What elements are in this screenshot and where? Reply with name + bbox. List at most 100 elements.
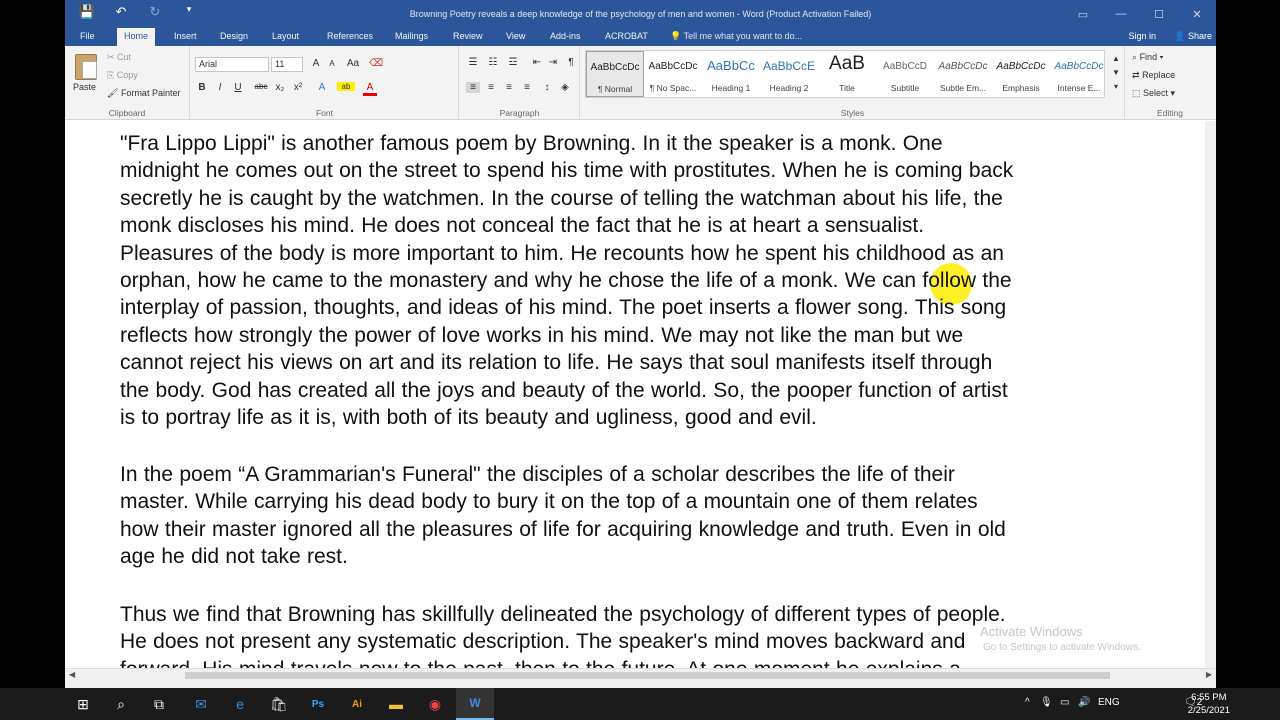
font-name-combo[interactable]: Arial [195, 57, 269, 72]
style-emphasis[interactable]: AaBbCcDc Emphasis [992, 51, 1050, 97]
tell-me-box[interactable]: 💡 Tell me what you want to do... [670, 31, 802, 42]
tab-references[interactable]: References [320, 28, 380, 46]
font-group-label: Font [315, 108, 333, 118]
window-controls: ▭ — ☐ ✕ [1064, 0, 1216, 28]
tab-design[interactable]: Design [213, 28, 255, 46]
tab-acrobat[interactable]: ACROBAT [598, 28, 655, 46]
style-heading-1[interactable]: AaBbCc Heading 1 [702, 51, 760, 97]
illustrator-icon[interactable]: Ai [338, 688, 376, 720]
tab-mailings[interactable]: Mailings [388, 28, 435, 46]
style-title[interactable]: AaB Title [818, 51, 876, 97]
increase-indent-icon[interactable]: ⇥ [546, 57, 560, 68]
language-indicator[interactable]: ENG [1098, 697, 1120, 708]
bold-button[interactable]: B [195, 82, 209, 93]
line-spacing-icon[interactable]: ↕ [540, 82, 554, 93]
tab-add-ins[interactable]: Add-ins [543, 28, 588, 46]
tab-layout[interactable]: Layout [265, 28, 306, 46]
horizontal-scrollbar[interactable]: ◀ ▶ [65, 668, 1216, 682]
show-marks-icon[interactable]: ¶ [564, 57, 578, 68]
bullets-icon[interactable]: ☰ [466, 57, 480, 68]
font-color-button[interactable]: A [363, 82, 377, 96]
volume-icon[interactable]: 🔊 [1078, 697, 1090, 708]
cut-button[interactable]: ✂ Cut [107, 52, 131, 63]
replace-icon: ⇄ [1132, 70, 1140, 80]
tab-view[interactable]: View [499, 28, 532, 46]
paste-icon[interactable] [75, 54, 97, 80]
numbering-icon[interactable]: ☷ [486, 57, 500, 68]
select-button[interactable]: ⬚ Select ▾ [1132, 88, 1175, 99]
styles-scroll-down-icon[interactable]: ▼ [1109, 68, 1123, 77]
align-left-icon[interactable]: ≡ [466, 82, 480, 93]
replace-button[interactable]: ⇄ Replace [1132, 70, 1175, 81]
style-normal[interactable]: AaBbCcDc ¶ Normal [586, 51, 644, 97]
style-subtitle[interactable]: AaBbCcD Subtitle [876, 51, 934, 97]
style-name: Intense E... [1057, 83, 1101, 93]
multilevel-list-icon[interactable]: ☲ [506, 57, 520, 68]
style-subtle-emphasis[interactable]: AaBbCcDc Subtle Em... [934, 51, 992, 97]
word-window: 💾 ↶ ↻ ▾ Browning Poetry reveals a deep k… [65, 0, 1216, 688]
align-right-icon[interactable]: ≡ [502, 82, 516, 93]
edge-icon[interactable]: e [221, 688, 259, 720]
network-icon[interactable]: ▭ [1060, 697, 1069, 708]
paste-button[interactable]: Paste [73, 82, 96, 92]
tab-file[interactable]: File [73, 28, 102, 46]
document-canvas[interactable]: "Fra Lippo Lippi" is another famous poem… [65, 121, 1205, 668]
find-button[interactable]: ⌕ Find ▾ [1132, 52, 1163, 63]
paragraph-fra-lippo-lippi[interactable]: "Fra Lippo Lippi" is another famous poem… [120, 130, 1140, 431]
shading-icon[interactable]: ◈ [558, 82, 572, 93]
format-painter-button[interactable]: 🖌 Format Painter [107, 88, 180, 99]
style-heading-2[interactable]: AaBbCcE Heading 2 [760, 51, 818, 97]
chrome-icon[interactable]: ◉ [416, 688, 454, 720]
style-sample: AaBbCcDc [590, 62, 640, 73]
decrease-indent-icon[interactable]: ⇤ [530, 57, 544, 68]
highlight-button[interactable]: ab [337, 82, 355, 91]
vertical-scrollbar[interactable] [1205, 121, 1216, 668]
shrink-font-button[interactable]: A [325, 59, 339, 68]
align-center-icon[interactable]: ≡ [484, 82, 498, 93]
microphone-icon[interactable]: 🎙 [1040, 697, 1053, 708]
word-icon[interactable]: W [456, 688, 494, 720]
horizontal-scroll-thumb[interactable] [185, 672, 1110, 679]
change-case-button[interactable]: Aa [343, 58, 363, 69]
font-size-combo[interactable]: 11 [271, 57, 303, 72]
mail-icon[interactable]: ✉ [182, 688, 220, 720]
subscript-button[interactable]: x₂ [273, 82, 287, 93]
search-icon[interactable]: ⌕ [102, 688, 140, 720]
start-windows-icon[interactable]: ⊞ [64, 688, 102, 720]
styles-more-icon[interactable]: ▾ [1109, 82, 1123, 91]
store-icon[interactable]: 🛍 [260, 688, 298, 720]
strikethrough-button[interactable]: abc [251, 82, 271, 91]
text-effects-button[interactable]: A [315, 82, 329, 93]
notification-icon[interactable]: 🗨2 [1184, 697, 1202, 708]
close-icon[interactable]: ✕ [1178, 0, 1216, 28]
styles-scroll-up-icon[interactable]: ▲ [1109, 54, 1123, 63]
tab-insert[interactable]: Insert [167, 28, 204, 46]
file-explorer-icon[interactable]: ▬ [377, 688, 415, 720]
copy-button[interactable]: ⎘ Copy [107, 70, 138, 81]
ribbon-display-icon[interactable]: ▭ [1064, 0, 1102, 28]
text-line: the body. God has created all the joys a… [120, 378, 1008, 402]
grow-font-button[interactable]: A [309, 58, 323, 69]
scroll-right-icon[interactable]: ▶ [1206, 670, 1212, 679]
scroll-left-icon[interactable]: ◀ [69, 670, 75, 679]
style-name: Heading 2 [769, 83, 809, 93]
taskbar: ⊞ ⌕ ⧉ ✉ e 🛍 Ps Ai ▬ ◉ W ^ 🎙 ▭ 🔊 ENG 6:55… [0, 688, 1280, 720]
maximize-icon[interactable]: ☐ [1140, 0, 1178, 28]
share-button[interactable]: 👤 Share [1174, 31, 1212, 42]
tray-chevron-icon[interactable]: ^ [1025, 697, 1030, 708]
paragraph-grammarians-funeral[interactable]: In the poem “A Grammarian's Funeral" the… [120, 461, 1140, 571]
justify-icon[interactable]: ≡ [520, 82, 534, 93]
task-view-icon[interactable]: ⧉ [140, 688, 178, 720]
style-no-spacing[interactable]: AaBbCcDc ¶ No Spac... [644, 51, 702, 97]
minimize-icon[interactable]: — [1102, 0, 1140, 28]
tab-review[interactable]: Review [446, 28, 490, 46]
style-intense-emphasis[interactable]: AaBbCcDc Intense E... [1050, 51, 1108, 97]
select-icon: ⬚ [1132, 88, 1141, 98]
clear-formatting-icon[interactable]: ⌫ [369, 58, 383, 69]
underline-button[interactable]: U [231, 82, 245, 93]
italic-button[interactable]: I [213, 82, 227, 93]
superscript-button[interactable]: x² [291, 82, 305, 93]
sign-in-link[interactable]: Sign in [1128, 31, 1156, 41]
photoshop-icon[interactable]: Ps [299, 688, 337, 720]
tab-home[interactable]: Home [117, 28, 156, 46]
